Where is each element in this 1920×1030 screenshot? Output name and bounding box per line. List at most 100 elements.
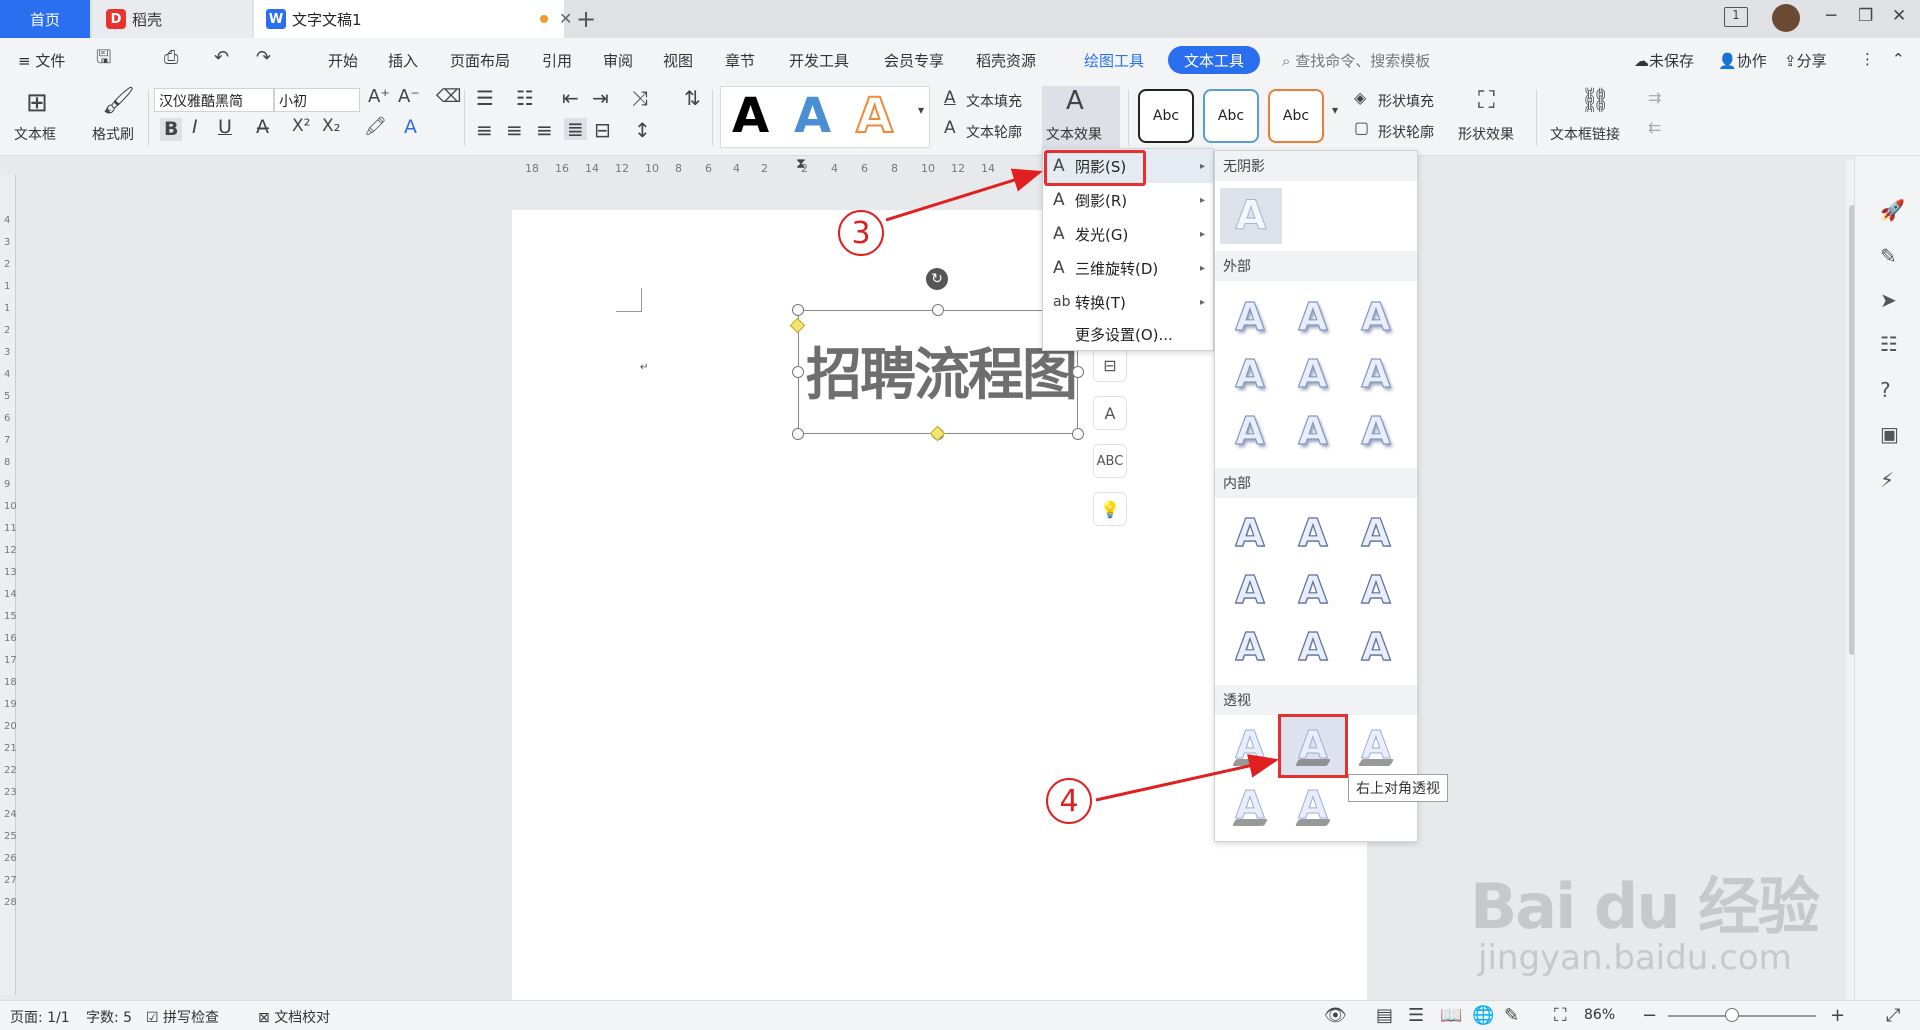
menu-member[interactable]: 会员专享	[884, 50, 944, 71]
print-icon[interactable]: ⎙	[164, 49, 178, 67]
italic-icon[interactable]: I	[192, 118, 198, 137]
menu-item-3d-rotation[interactable]: A 三维旋转(D) ▸	[1043, 251, 1213, 285]
lightbulb-icon[interactable]: 💡	[1093, 492, 1127, 526]
no-shadow-option[interactable]: A	[1220, 188, 1282, 244]
minimize-button[interactable]: ─	[1826, 6, 1836, 26]
shadow-perspective-option[interactable]: A	[1222, 718, 1278, 772]
distribute-icon[interactable]: ⊟	[594, 120, 611, 140]
web-view-icon[interactable]: 🌐	[1472, 1005, 1494, 1026]
share-button[interactable]: ⇪分享	[1784, 50, 1827, 71]
menu-file[interactable]: ≡ 文件	[18, 50, 65, 71]
resize-handle[interactable]	[792, 304, 804, 316]
collaborate-button[interactable]: 👤协作	[1718, 50, 1767, 71]
tab-close-icon[interactable]: ✕	[559, 9, 572, 28]
text-fill-icon[interactable]: A	[944, 90, 956, 107]
align-right-icon[interactable]: ≡	[536, 120, 553, 140]
vertical-ruler[interactable]: 4 3 2 1 1 2 3 4 5 6 7 8 9 10 11 12 13 14 15 16 17 18 19 20 21 22 2…	[0, 175, 17, 995]
resize-handle[interactable]	[932, 304, 944, 316]
font-name-select[interactable]: 汉仪雅酷黑简	[154, 88, 274, 112]
textbox-link-icon[interactable]: ⛓	[1580, 88, 1610, 112]
font-color-icon[interactable]: A	[404, 118, 417, 137]
grow-font-icon[interactable]: A⁺	[368, 88, 390, 106]
shape-fill-icon[interactable]: ◈	[1354, 90, 1366, 106]
font-size-select[interactable]: 小初	[274, 88, 360, 112]
shadow-outer-option[interactable]: A	[1222, 290, 1278, 344]
menu-chapter[interactable]: 章节	[725, 50, 755, 71]
shape-effect-icon[interactable]: ⛶	[1478, 88, 1495, 112]
menu-reference[interactable]: 引用	[542, 50, 572, 71]
numbered-list-icon[interactable]: ☷	[516, 88, 534, 108]
zoom-slider[interactable]	[1668, 1015, 1816, 1017]
shadow-inner-option[interactable]: A	[1348, 506, 1404, 560]
zoom-level-select[interactable]: 86%	[1584, 1007, 1615, 1023]
pen-icon[interactable]: ✎	[1880, 244, 1897, 268]
text-fill-button[interactable]: 文本填充	[966, 91, 1022, 111]
cursor-icon[interactable]: ➤	[1880, 288, 1897, 312]
redo-icon[interactable]: ↷	[256, 49, 271, 67]
menu-docer-resources[interactable]: 稻壳资源	[976, 50, 1036, 71]
zoom-slider-knob[interactable]	[1724, 1008, 1739, 1022]
expand-icon[interactable]: ⤢	[1886, 1005, 1900, 1026]
rotate-handle-icon[interactable]: ↻	[926, 268, 948, 290]
tab-text-tools[interactable]: 文本工具	[1168, 46, 1260, 74]
shadow-outer-option[interactable]: A	[1285, 404, 1341, 458]
help-icon[interactable]: ?	[1880, 378, 1891, 402]
line-spacing-icon[interactable]: ↕	[634, 120, 651, 140]
fit-page-icon[interactable]: ⛶	[1554, 1005, 1567, 1026]
underline-icon[interactable]: U	[218, 118, 232, 137]
shape-effect-button[interactable]: 形状效果	[1458, 124, 1514, 144]
menu-review[interactable]: 审阅	[603, 50, 633, 71]
shape-gallery-more-icon[interactable]: ▾	[1332, 104, 1338, 116]
subscript-icon[interactable]: X₂	[322, 118, 340, 135]
textbox-link-button[interactable]: 文本框链接	[1550, 124, 1620, 144]
spell-check-button[interactable]: ☑ 拼写检查	[146, 1007, 219, 1027]
zoom-in-icon[interactable]: +	[1830, 1005, 1845, 1026]
tab-document[interactable]: W 文字文稿1 ✕	[254, 0, 572, 38]
strikethrough-icon[interactable]: A̶	[256, 118, 269, 137]
menu-page-layout[interactable]: 页面布局	[450, 50, 510, 71]
wordart-style-blue[interactable]: A	[794, 88, 831, 144]
menu-item-glow[interactable]: A 发光(G) ▸	[1043, 217, 1213, 251]
menu-start[interactable]: 开始	[328, 50, 358, 71]
shadow-inner-option[interactable]: A	[1222, 563, 1278, 617]
textbox-button[interactable]: 文本框	[14, 124, 56, 144]
wordart-text[interactable]: 招聘流程图	[806, 320, 1078, 420]
outline-view-icon[interactable]: ☰	[1408, 1005, 1424, 1026]
shadow-inner-option[interactable]: A	[1285, 506, 1341, 560]
horizontal-ruler[interactable]: 18 16 14 12 10 8 6 4 2 2 4 6 8 10 12 14	[525, 158, 1025, 180]
shadow-outer-option[interactable]: A	[1348, 347, 1404, 401]
shadow-outer-option[interactable]: A	[1222, 347, 1278, 401]
text-outline-button[interactable]: 文本轮廓	[966, 122, 1022, 142]
shape-fill-button[interactable]: 形状填充	[1378, 91, 1434, 111]
highlight-icon[interactable]: 🖍	[364, 118, 387, 136]
decrease-indent-icon[interactable]: ⇤	[562, 88, 579, 108]
menu-dev-tools[interactable]: 开发工具	[789, 50, 849, 71]
shape-style-black[interactable]: Abc	[1138, 89, 1194, 143]
justify-icon[interactable]: ≣	[564, 118, 587, 140]
tab-drawing-tools[interactable]: 绘图工具	[1084, 50, 1144, 71]
close-window-button[interactable]: ✕	[1892, 6, 1906, 26]
page-indicator[interactable]: 页面: 1/1	[10, 1007, 70, 1027]
gallery-more-icon[interactable]: ▾	[918, 104, 924, 116]
tab-home[interactable]: 首页	[0, 0, 90, 38]
format-painter-button[interactable]: 格式刷	[92, 124, 134, 144]
menu-item-transform[interactable]: ab 转换(T) ▸	[1043, 285, 1213, 319]
link-prev-icon[interactable]: ⇇	[1648, 120, 1661, 136]
save-icon[interactable]: 🖫	[96, 49, 111, 67]
text-direction-icon[interactable]: ⤨	[632, 88, 648, 108]
rocket-icon[interactable]: 🚀	[1880, 198, 1905, 222]
shadow-perspective-option[interactable]: A	[1348, 718, 1404, 772]
sort-icon[interactable]: ⇅	[684, 88, 701, 108]
zoom-out-icon[interactable]: −	[1642, 1005, 1657, 1026]
menu-item-reflection[interactable]: A 倒影(R) ▸	[1043, 183, 1213, 217]
spell-abc-icon[interactable]: ABC	[1093, 444, 1127, 478]
command-search[interactable]: ⌕ 查找命令、搜索模板	[1282, 50, 1430, 71]
restore-button[interactable]: ❐	[1858, 6, 1873, 26]
text-outline-icon[interactable]: A	[944, 120, 956, 137]
align-center-icon[interactable]: ≡	[506, 120, 523, 140]
superscript-icon[interactable]: X²	[292, 118, 310, 135]
shape-outline-button[interactable]: 形状轮廓	[1378, 122, 1434, 142]
eye-protection-icon[interactable]: 👁	[1324, 1005, 1347, 1026]
shadow-inner-option[interactable]: A	[1348, 563, 1404, 617]
shadow-inner-option[interactable]: A	[1222, 506, 1278, 560]
